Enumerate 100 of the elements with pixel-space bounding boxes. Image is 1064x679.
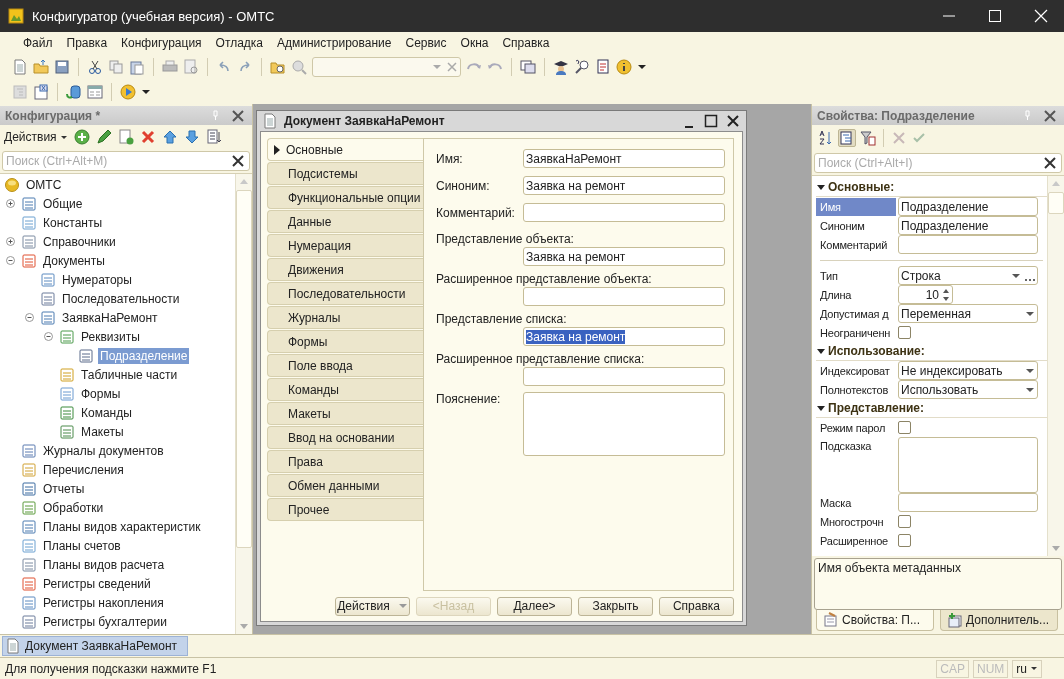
input-field[interactable]	[523, 367, 725, 386]
tab[interactable]: Нумерация	[267, 234, 423, 257]
move-down-icon[interactable]	[183, 129, 200, 145]
copy-icon[interactable]	[108, 58, 124, 75]
tab[interactable]: Права	[267, 450, 423, 473]
copy-add-icon[interactable]	[117, 129, 134, 145]
tree-item[interactable]: Журналы документов	[41, 442, 166, 459]
tab[interactable]: Ввод на основании	[267, 426, 423, 449]
dialog-icon[interactable]	[33, 83, 49, 100]
tree-item[interactable]: Регистры сведений	[41, 575, 153, 592]
dropdown-field[interactable]: Переменная	[898, 304, 1038, 323]
menu-item[interactable]: Файл	[18, 36, 58, 50]
tree-item[interactable]: Команды	[79, 404, 134, 421]
sort-alphabetical-icon[interactable]	[818, 130, 834, 146]
property-label[interactable]: Индексироват	[816, 361, 896, 380]
tree-item[interactable]: Регистры бухгалтерии	[41, 613, 169, 630]
dialog-button[interactable]: Справка	[659, 596, 734, 616]
form-icon[interactable]	[87, 83, 103, 100]
actions-menu-button[interactable]: Действия	[4, 130, 68, 144]
save-icon[interactable]	[54, 58, 70, 75]
collapse-triangle-icon[interactable]	[816, 403, 826, 413]
tree-item[interactable]: Отчеты	[41, 480, 87, 497]
printer-icon[interactable]	[162, 58, 178, 75]
input-field[interactable]: Заявка на ремонт	[523, 327, 725, 346]
checkbox[interactable]	[898, 421, 911, 434]
tab[interactable]: Основные	[267, 138, 423, 161]
collapse-icon[interactable]	[5, 255, 16, 266]
tab[interactable]: Обмен данными	[267, 474, 423, 497]
tab[interactable]: Команды	[267, 378, 423, 401]
database-icon[interactable]	[66, 83, 82, 100]
property-label[interactable]: Полнотекстов	[816, 380, 896, 399]
open-folder-icon[interactable]	[33, 58, 49, 75]
play-icon[interactable]	[120, 83, 136, 100]
language-selector[interactable]: ru	[1012, 660, 1042, 678]
number-field[interactable]: 10	[898, 285, 953, 304]
paste-icon[interactable]	[129, 58, 145, 75]
menu-item[interactable]: Окна	[455, 36, 494, 50]
collapse-triangle-icon[interactable]	[816, 346, 826, 356]
tab[interactable]: Макеты	[267, 402, 423, 425]
dropdown-field[interactable]: Использовать	[898, 380, 1038, 399]
pencil-icon[interactable]	[95, 129, 112, 145]
expand-icon[interactable]	[5, 198, 16, 209]
tree-item[interactable]: Планы счетов	[41, 537, 123, 554]
expand-icon[interactable]	[5, 236, 16, 247]
tree-item[interactable]: Регистры накопления	[41, 594, 166, 611]
tree-item[interactable]: Справочники	[41, 233, 118, 250]
tree-item[interactable]: Реквизиты	[79, 328, 142, 345]
dropdown-field[interactable]: Строка	[898, 266, 1038, 285]
tree-item[interactable]: ЗаявкаНаРемонт	[60, 309, 160, 326]
add-icon[interactable]	[73, 129, 90, 145]
input-field[interactable]: ЗаявкаНаРемонт	[523, 149, 725, 168]
new-document-icon[interactable]	[12, 58, 28, 75]
maximize-icon[interactable]	[704, 114, 718, 128]
move-up-icon[interactable]	[161, 129, 178, 145]
text-field[interactable]	[898, 235, 1038, 254]
print-preview-icon[interactable]	[183, 58, 199, 75]
menu-item[interactable]: Конфигурация	[116, 36, 207, 50]
tree-item[interactable]: Планы видов расчета	[41, 556, 167, 573]
categories-icon[interactable]	[839, 130, 855, 146]
input-field[interactable]: Заявка на ремонт	[523, 176, 725, 195]
tree-item[interactable]: Табличные части	[79, 366, 180, 383]
panel-tab[interactable]: Свойства: П...	[816, 610, 934, 631]
tab[interactable]: Журналы	[267, 306, 423, 329]
menu-item[interactable]: Администрирование	[272, 36, 397, 50]
window-tab[interactable]: Документ ЗаявкаНаРемонт	[2, 636, 189, 656]
tab[interactable]: Прочее	[267, 498, 423, 521]
scrollbar[interactable]	[235, 174, 252, 634]
sort-icon[interactable]	[205, 129, 222, 145]
tab[interactable]: Движения	[267, 258, 423, 281]
tree-item[interactable]: Последовательности	[60, 290, 182, 307]
property-label[interactable]: Неограниченн	[816, 323, 896, 342]
tab[interactable]: Функциональные опции	[267, 186, 423, 209]
property-label[interactable]: Длина	[816, 285, 896, 304]
dialog-button[interactable]: Закрыть	[578, 596, 653, 616]
checkbox[interactable]	[898, 326, 911, 339]
property-label[interactable]: Синоним	[816, 216, 896, 235]
dialog-button[interactable]: Далее>	[497, 596, 572, 616]
input-field[interactable]	[523, 203, 725, 222]
tab[interactable]: Данные	[267, 210, 423, 233]
tab[interactable]: Поле ввода	[267, 354, 423, 377]
scrollbar[interactable]	[1047, 176, 1064, 556]
dropdown-field[interactable]: Не индексировать	[898, 361, 1038, 380]
tree-item[interactable]: Константы	[41, 214, 105, 231]
tree-item[interactable]: Планы видов характеристик	[41, 518, 203, 535]
collapse-triangle-icon[interactable]	[816, 182, 826, 192]
checkbox[interactable]	[898, 515, 911, 528]
delete-icon[interactable]	[139, 129, 156, 145]
tree-item[interactable]: ОМТС	[24, 176, 64, 193]
property-label[interactable]: Тип	[816, 266, 896, 285]
input-field[interactable]: Заявка на ремонт	[523, 247, 725, 266]
scroll-thumb[interactable]	[1048, 192, 1064, 214]
text-field[interactable]: Подразделение	[898, 197, 1038, 216]
property-label[interactable]: Комментарий	[816, 235, 896, 254]
scissors-icon[interactable]	[87, 58, 103, 75]
tree-item[interactable]: Нумераторы	[60, 271, 134, 288]
tree-item[interactable]: Общие	[41, 195, 85, 212]
checkbox[interactable]	[898, 534, 911, 547]
info-icon[interactable]	[616, 58, 632, 75]
tab[interactable]: Последовательности	[267, 282, 423, 305]
input-field[interactable]	[523, 287, 725, 306]
